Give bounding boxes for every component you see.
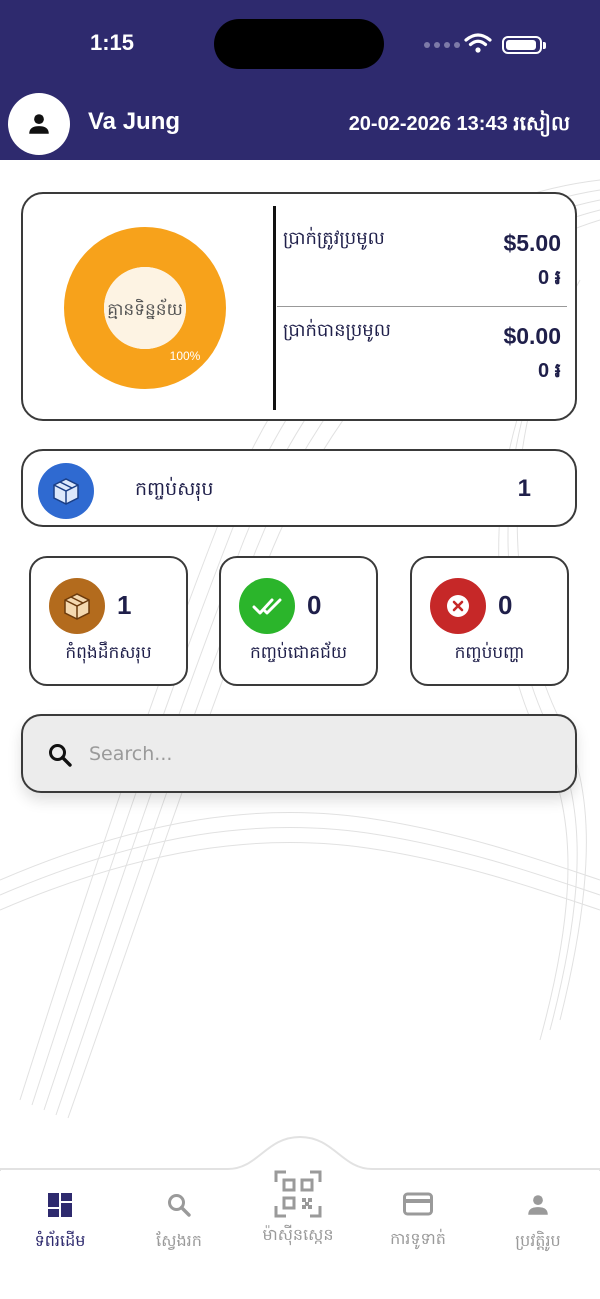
wifi-icon: [464, 33, 492, 53]
to-collect-usd: $5.00: [503, 230, 561, 256]
credit-card-icon: [403, 1192, 433, 1216]
dashboard-icon: [48, 1193, 72, 1217]
donut-center-label: គ្មានទិន្នន័យ: [107, 298, 183, 320]
person-icon: [528, 1195, 548, 1215]
package-icon: [53, 478, 79, 505]
problem-label: កញ្ចប់បញ្ហា: [454, 643, 525, 663]
donut-chart: គ្មានទិន្នន័យ 100%: [64, 227, 226, 389]
in-delivery-card[interactable]: 1 កំពុងដឹកសរុប: [29, 556, 188, 686]
success-value: 0: [307, 590, 322, 620]
collected-label: ប្រាក់បានប្រមូល: [283, 320, 391, 341]
nav-label-profile: ប្រវត្តិរូប: [515, 1231, 561, 1250]
search-icon: [168, 1194, 191, 1217]
person-icon: [29, 114, 49, 134]
nav-item-payment[interactable]: ការទូទាត់: [368, 1192, 468, 1252]
nav-label-home: ទំព័រដើម: [34, 1231, 86, 1250]
in-delivery-icon-badge: [49, 578, 105, 634]
nav-item-home[interactable]: ទំព័រដើម: [10, 1192, 110, 1254]
current-datetime: 20-02-2026 13:43 រសៀល: [348, 113, 570, 135]
search-input[interactable]: [89, 738, 549, 770]
success-card[interactable]: 0 កញ្ចប់ជោគជ័យ: [219, 556, 378, 686]
avatar[interactable]: [8, 93, 70, 155]
nav-label-payment: ការទូទាត់: [390, 1229, 446, 1248]
signal-icon: [424, 42, 460, 48]
package-icon: [64, 593, 90, 620]
search-icon: [49, 744, 72, 767]
dynamic-island: [214, 19, 384, 69]
nav-label-scanner: ម៉ាស៊ីនស្កេន: [262, 1225, 334, 1244]
collected-usd: $0.00: [503, 323, 561, 349]
vertical-divider: [273, 206, 276, 410]
horizontal-divider: [277, 306, 567, 307]
in-delivery-value: 1: [117, 590, 132, 620]
total-packages-icon-badge: [38, 463, 94, 519]
nav-item-profile[interactable]: ប្រវត្តិរូប: [488, 1192, 588, 1254]
to-collect-khr: 0 ៛: [537, 267, 561, 289]
double-check-icon: [252, 598, 282, 615]
nav-label-search: ស្វែងរក: [156, 1231, 202, 1250]
success-label: កញ្ចប់ជោគជ័យ: [249, 643, 348, 663]
cancel-icon: [447, 595, 469, 617]
problem-icon-badge: [430, 578, 486, 634]
collected-khr: 0 ៛: [537, 360, 561, 382]
problem-card[interactable]: 0 កញ្ចប់បញ្ហា: [410, 556, 569, 686]
problem-value: 0: [498, 590, 513, 620]
user-name: Va Jung: [88, 108, 181, 135]
success-icon-badge: [239, 578, 295, 634]
collection-summary-card: គ្មានទិន្នន័យ 100% ប្រាក់ត្រូវប្រមូល $5.…: [21, 192, 577, 421]
in-delivery-label: កំពុងដឹកសរុប: [65, 643, 152, 663]
status-icons: [424, 33, 554, 54]
qr-code-icon: [274, 1170, 322, 1218]
total-packages-label: កញ្ចប់សរុប: [135, 478, 214, 500]
app-header: 1:15 Va Jung 20-02-2026 13:43 រសៀល: [0, 0, 600, 160]
search-bar[interactable]: [21, 714, 577, 793]
donut-percent-label: 100%: [170, 349, 201, 363]
total-packages-card[interactable]: កញ្ចប់សរុប 1: [21, 449, 577, 527]
status-time: 1:15: [90, 30, 135, 55]
nav-item-scanner[interactable]: ម៉ាស៊ីនស្កេន: [248, 1170, 348, 1248]
to-collect-label: ប្រាក់ត្រូវប្រមូល: [283, 228, 385, 249]
nav-item-search[interactable]: ស្វែងរក: [129, 1192, 229, 1254]
total-packages-value: 1: [517, 475, 531, 502]
battery-icon: [502, 36, 546, 54]
